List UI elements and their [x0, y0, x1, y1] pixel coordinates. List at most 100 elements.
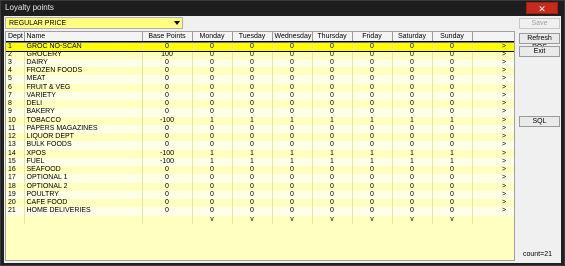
cell-action[interactable]: >: [472, 42, 514, 51]
cell-action[interactable]: >: [472, 116, 514, 125]
cell-action[interactable]: >: [472, 190, 514, 199]
cell-wednesday[interactable]: 0: [272, 182, 313, 191]
cell-friday[interactable]: 0: [352, 100, 393, 109]
cell-name[interactable]: LIQUOR DEPT: [24, 133, 143, 142]
cell-thursday[interactable]: 0: [312, 67, 353, 76]
cell-base-points[interactable]: 0: [142, 190, 193, 199]
table-row[interactable]: 4 FROZEN FOODS 0 0 0 0 0 0 0 0 >: [6, 67, 514, 76]
cell-dept[interactable]: 18: [6, 182, 25, 191]
cell-name[interactable]: DELI: [24, 100, 143, 109]
sql-button[interactable]: SQL: [519, 116, 560, 127]
cell-action[interactable]: >: [472, 124, 514, 133]
cell-saturday[interactable]: 0: [392, 83, 433, 92]
cell-thursday[interactable]: 0: [312, 75, 353, 84]
cell-monday[interactable]: 0: [192, 75, 233, 84]
cell-dept[interactable]: 5: [6, 75, 25, 84]
cell-name[interactable]: SEAFOOD: [24, 166, 143, 175]
cell-thursday[interactable]: 0: [312, 100, 353, 109]
cell-thursday[interactable]: 0: [312, 182, 353, 191]
cell-dept[interactable]: 21: [6, 207, 25, 216]
cell-monday[interactable]: 0: [192, 166, 233, 175]
cell-monday[interactable]: 0: [192, 182, 233, 191]
cell-base-points[interactable]: 0: [142, 91, 193, 100]
cell-saturday[interactable]: 0: [392, 58, 433, 67]
cell-wednesday[interactable]: 0: [272, 50, 313, 59]
cell-thursday[interactable]: 0: [312, 91, 353, 100]
cell-sunday[interactable]: 0: [432, 100, 473, 109]
cell-tuesday[interactable]: 0: [232, 190, 273, 199]
table-row[interactable]: 11 PAPERS MAGAZINES 0 0 0 0 0 0 0 0 >: [6, 124, 514, 133]
cell-dept[interactable]: 1: [6, 42, 25, 51]
column-header-monday[interactable]: Monday: [192, 32, 233, 43]
cell-thursday[interactable]: 0: [312, 108, 353, 117]
cell-saturday[interactable]: 0: [392, 91, 433, 100]
cell-tuesday[interactable]: 0: [232, 199, 273, 208]
cell-name[interactable]: DAIRY: [24, 58, 143, 67]
cell-base-points[interactable]: 100: [142, 50, 193, 59]
cell-saturday[interactable]: 1: [392, 116, 433, 125]
cell-sunday[interactable]: 0: [432, 108, 473, 117]
cell-friday[interactable]: 0: [352, 58, 393, 67]
cell-saturday[interactable]: 0: [392, 133, 433, 142]
points-grid[interactable]: Dept Name Base Points Monday Tuesday Wed…: [5, 31, 515, 261]
cell-friday[interactable]: 0: [352, 67, 393, 76]
column-expand-icon[interactable]: v: [272, 215, 313, 224]
exit-button[interactable]: Exit: [519, 46, 560, 57]
cell-monday[interactable]: 1: [192, 116, 233, 125]
column-header-sunday[interactable]: Sunday: [432, 32, 473, 43]
cell-sunday[interactable]: 0: [432, 174, 473, 183]
cell-saturday[interactable]: 0: [392, 141, 433, 150]
cell-action[interactable]: >: [472, 141, 514, 150]
cell-wednesday[interactable]: 0: [272, 67, 313, 76]
cell-base-points[interactable]: 0: [142, 174, 193, 183]
table-row[interactable]: 13 BULK FOODS 0 0 0 0 0 0 0 0 >: [6, 141, 514, 150]
cell-dept[interactable]: 7: [6, 91, 25, 100]
column-expand-icon[interactable]: v: [232, 215, 273, 224]
cell-saturday[interactable]: 0: [392, 42, 433, 51]
cell-wednesday[interactable]: 0: [272, 108, 313, 117]
cell-action[interactable]: >: [472, 149, 514, 158]
column-header-friday[interactable]: Friday: [352, 32, 393, 43]
cell-sunday[interactable]: 0: [432, 133, 473, 142]
chevron-down-icon[interactable]: [174, 21, 180, 25]
cell-dept[interactable]: 11: [6, 124, 25, 133]
cell-wednesday[interactable]: 0: [272, 75, 313, 84]
table-row[interactable]: 20 CAFE FOOD 0 0 0 0 0 0 0 0 >: [6, 199, 514, 208]
cell-base-points[interactable]: 0: [142, 124, 193, 133]
cell-thursday[interactable]: 0: [312, 83, 353, 92]
cell-monday[interactable]: 0: [192, 67, 233, 76]
cell-dept[interactable]: 10: [6, 116, 25, 125]
cell-saturday[interactable]: 0: [392, 207, 433, 216]
cell-tuesday[interactable]: 0: [232, 108, 273, 117]
cell-base-points[interactable]: 0: [142, 75, 193, 84]
table-row[interactable]: 21 HOME DELIVERIES 0 0 0 0 0 0 0 0 >: [6, 207, 514, 216]
cell-thursday[interactable]: 0: [312, 207, 353, 216]
cell-action[interactable]: >: [472, 133, 514, 142]
cell-monday[interactable]: 0: [192, 199, 233, 208]
cell-sunday[interactable]: 0: [432, 141, 473, 150]
cell-tuesday[interactable]: 0: [232, 174, 273, 183]
cell-saturday[interactable]: 1: [392, 157, 433, 166]
cell-action[interactable]: >: [472, 199, 514, 208]
refresh-pos-button[interactable]: Refresh POS: [519, 33, 560, 51]
cell-name[interactable]: GROC NO-SCAN: [24, 42, 143, 51]
cell-base-points[interactable]: 0: [142, 166, 193, 175]
cell-name[interactable]: POULTRY: [24, 190, 143, 199]
cell-action[interactable]: >: [472, 58, 514, 67]
cell-friday[interactable]: 0: [352, 141, 393, 150]
cell-saturday[interactable]: 0: [392, 75, 433, 84]
table-row[interactable]: 17 OPTIONAL 1 0 0 0 0 0 0 0 0 >: [6, 174, 514, 183]
cell-name[interactable]: TOBACCO: [24, 116, 143, 125]
column-header-wednesday[interactable]: Wednesday: [272, 32, 313, 43]
cell-wednesday[interactable]: 0: [272, 190, 313, 199]
save-button[interactable]: Save: [519, 18, 560, 29]
column-expand-icon[interactable]: v: [432, 215, 473, 224]
cell-action[interactable]: >: [472, 50, 514, 59]
cell-wednesday[interactable]: 0: [272, 83, 313, 92]
cell-friday[interactable]: 0: [352, 199, 393, 208]
table-row[interactable]: 16 SEAFOOD 0 0 0 0 0 0 0 0 >: [6, 166, 514, 175]
cell-dept[interactable]: 20: [6, 199, 25, 208]
cell-monday[interactable]: 0: [192, 108, 233, 117]
cell-base-points[interactable]: 0: [142, 83, 193, 92]
cell-sunday[interactable]: 0: [432, 83, 473, 92]
